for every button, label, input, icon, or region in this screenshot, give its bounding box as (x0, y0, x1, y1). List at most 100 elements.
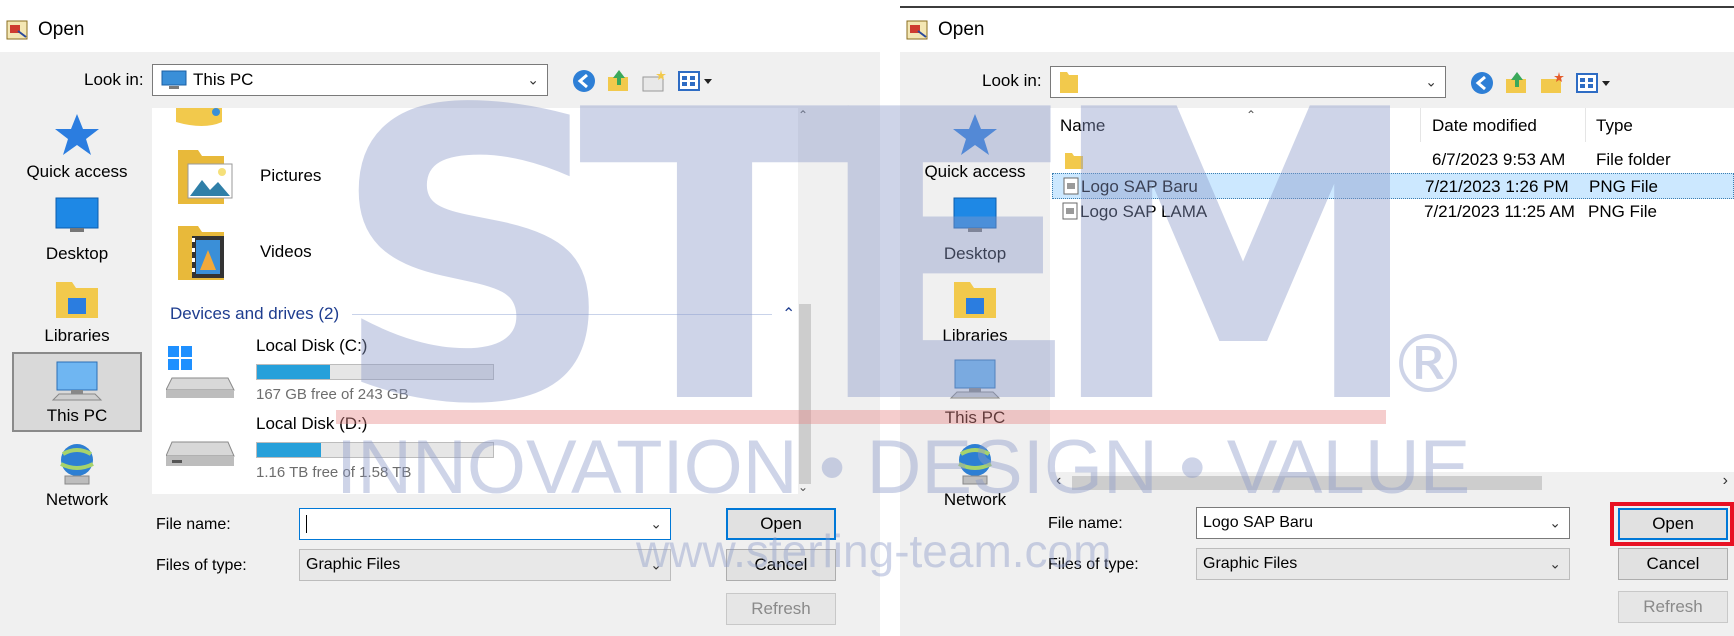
files-of-type-select[interactable]: Graphic Files ⌄ (299, 549, 671, 581)
scroll-up-icon[interactable]: ⌃ (798, 108, 808, 122)
row-date: 6/7/2023 9:53 AM (1432, 150, 1566, 169)
app-icon (6, 20, 28, 40)
file-name-input[interactable]: ⌄ (299, 508, 671, 540)
look-in-combo[interactable]: ⌄ (1050, 66, 1446, 98)
files-of-type-label: Files of type: (156, 557, 247, 574)
windows-drive-icon (166, 346, 235, 398)
place-libraries[interactable]: Libraries (12, 270, 142, 350)
text-cursor (306, 515, 307, 533)
folder-icon (1065, 153, 1083, 169)
place-quick-access[interactable]: Quick access (910, 106, 1040, 186)
window-top-border (900, 6, 1734, 8)
row-date: 7/21/2023 1:26 PM (1425, 177, 1569, 196)
chevron-down-icon[interactable]: ⌄ (1549, 515, 1561, 532)
png-file-icon (1063, 177, 1079, 195)
scroll-left-icon[interactable]: ‹ (1056, 472, 1061, 490)
file-name-label: File name: (156, 516, 231, 533)
drive-name: Local Disk (C:) (256, 336, 368, 355)
look-in-combo[interactable]: This PC ⌄ (152, 64, 548, 96)
row-name: Logo SAP Baru (1081, 177, 1198, 196)
place-desktop[interactable]: Desktop (12, 188, 142, 268)
drive-free-space: 167 GB free of 243 GB (256, 386, 409, 403)
open-dialog-right: Open Look in: ⌄ Quick access Desktop Libra… (900, 0, 1734, 636)
file-name-input[interactable]: Logo SAP Baru ⌄ (1196, 507, 1570, 539)
horizontal-scrollbar[interactable]: ‹ › (1050, 472, 1734, 494)
look-in-value: This PC (193, 70, 254, 89)
place-libraries[interactable]: Libraries (910, 270, 1040, 350)
list-item[interactable]: Pictures (174, 144, 474, 216)
png-file-icon (1062, 202, 1078, 220)
drive-item[interactable]: Local Disk (D:) 1.16 TB free of 1.58 TB (166, 414, 586, 488)
folder-name: Pictures (260, 166, 322, 185)
up-folder-icon[interactable] (605, 67, 633, 95)
chevron-down-icon[interactable]: ⌄ (1425, 74, 1437, 91)
place-this-pc[interactable]: This PC (910, 352, 1040, 432)
list-item[interactable]: Videos (174, 220, 474, 292)
place-quick-access[interactable]: Quick access (12, 106, 142, 186)
new-folder-icon[interactable] (640, 67, 668, 95)
files-of-type-value: Graphic Files (1203, 555, 1298, 572)
place-label: Libraries (44, 326, 110, 345)
place-label: Quick access (26, 162, 128, 181)
view-menu-icon[interactable] (676, 67, 716, 95)
place-this-pc[interactable]: This PC (12, 352, 142, 432)
drive-usage-bar (256, 364, 494, 380)
files-of-type-label: Files of type: (1048, 556, 1139, 573)
place-label: This PC (944, 408, 1006, 427)
title-bar: Open (900, 12, 1734, 48)
table-row[interactable]: Logo SAP LAMA 7/21/2023 11:25 AM PNG Fil… (1050, 199, 1734, 225)
chevron-down-icon[interactable]: ⌄ (1549, 556, 1561, 573)
back-icon[interactable] (1468, 69, 1496, 97)
column-header-name[interactable]: Name (1060, 116, 1105, 136)
collapse-chevron-icon[interactable]: ⌃ (782, 304, 795, 324)
pictures-folder-icon (178, 150, 233, 204)
files-of-type-value: Graphic Files (306, 556, 401, 573)
place-label: Network (943, 490, 1007, 509)
open-button[interactable]: Open (1618, 508, 1728, 540)
row-type: PNG File (1588, 202, 1657, 221)
view-menu-icon[interactable] (1574, 69, 1614, 97)
scroll-right-icon[interactable]: › (1723, 472, 1728, 490)
place-desktop[interactable]: Desktop (910, 188, 1040, 268)
folder-name: Videos (260, 242, 312, 261)
place-network[interactable]: Network (12, 434, 142, 514)
sort-up-icon: ⌃ (1246, 108, 1257, 122)
group-divider (352, 314, 772, 315)
place-label: Desktop (45, 244, 109, 263)
refresh-button[interactable]: Refresh (726, 593, 836, 625)
new-folder-icon[interactable] (1538, 69, 1566, 97)
scroll-thumb[interactable] (1072, 476, 1542, 490)
chevron-down-icon[interactable]: ⌄ (650, 557, 662, 574)
drive-usage-bar (256, 442, 494, 458)
column-header-date[interactable]: Date modified (1432, 116, 1537, 136)
table-row[interactable]: 6/7/2023 9:53 AM File folder (1050, 146, 1734, 173)
drive-free-space: 1.16 TB free of 1.58 TB (256, 464, 412, 481)
place-label: Network (45, 490, 109, 509)
refresh-button[interactable]: Refresh (1618, 591, 1728, 623)
scroll-down-icon[interactable]: ⌄ (798, 480, 808, 494)
column-header-type[interactable]: Type (1596, 116, 1633, 136)
open-button[interactable]: Open (726, 508, 836, 540)
group-header: Devices and drives (2) (170, 304, 340, 323)
drive-item[interactable]: Local Disk (C:) 167 GB free of 243 GB (166, 336, 586, 406)
title-bar: Open (0, 12, 880, 48)
place-label: This PC (46, 406, 108, 425)
app-icon (906, 20, 928, 40)
look-in-label: Look in: (982, 71, 1042, 90)
vertical-scrollbar[interactable]: ⌃ ⌄ (798, 108, 812, 494)
chevron-down-icon[interactable]: ⌄ (650, 516, 662, 533)
cancel-button[interactable]: Cancel (1618, 548, 1728, 580)
place-network[interactable]: Network (910, 434, 1040, 514)
computer-icon (161, 70, 187, 89)
chevron-down-icon[interactable]: ⌄ (527, 72, 539, 89)
table-row[interactable]: Logo SAP Baru 7/21/2023 1:26 PM PNG File (1052, 173, 1734, 199)
file-name-value: Logo SAP Baru (1203, 514, 1314, 531)
back-icon[interactable] (570, 67, 598, 95)
videos-folder-icon (178, 226, 224, 280)
row-type: PNG File (1589, 177, 1658, 196)
cancel-button[interactable]: Cancel (726, 549, 836, 581)
file-view: Pictures Videos Devices and drives (2) ⌃… (152, 108, 812, 494)
up-folder-icon[interactable] (1503, 69, 1531, 97)
files-of-type-select[interactable]: Graphic Files ⌄ (1196, 548, 1570, 580)
scroll-thumb[interactable] (799, 304, 811, 484)
